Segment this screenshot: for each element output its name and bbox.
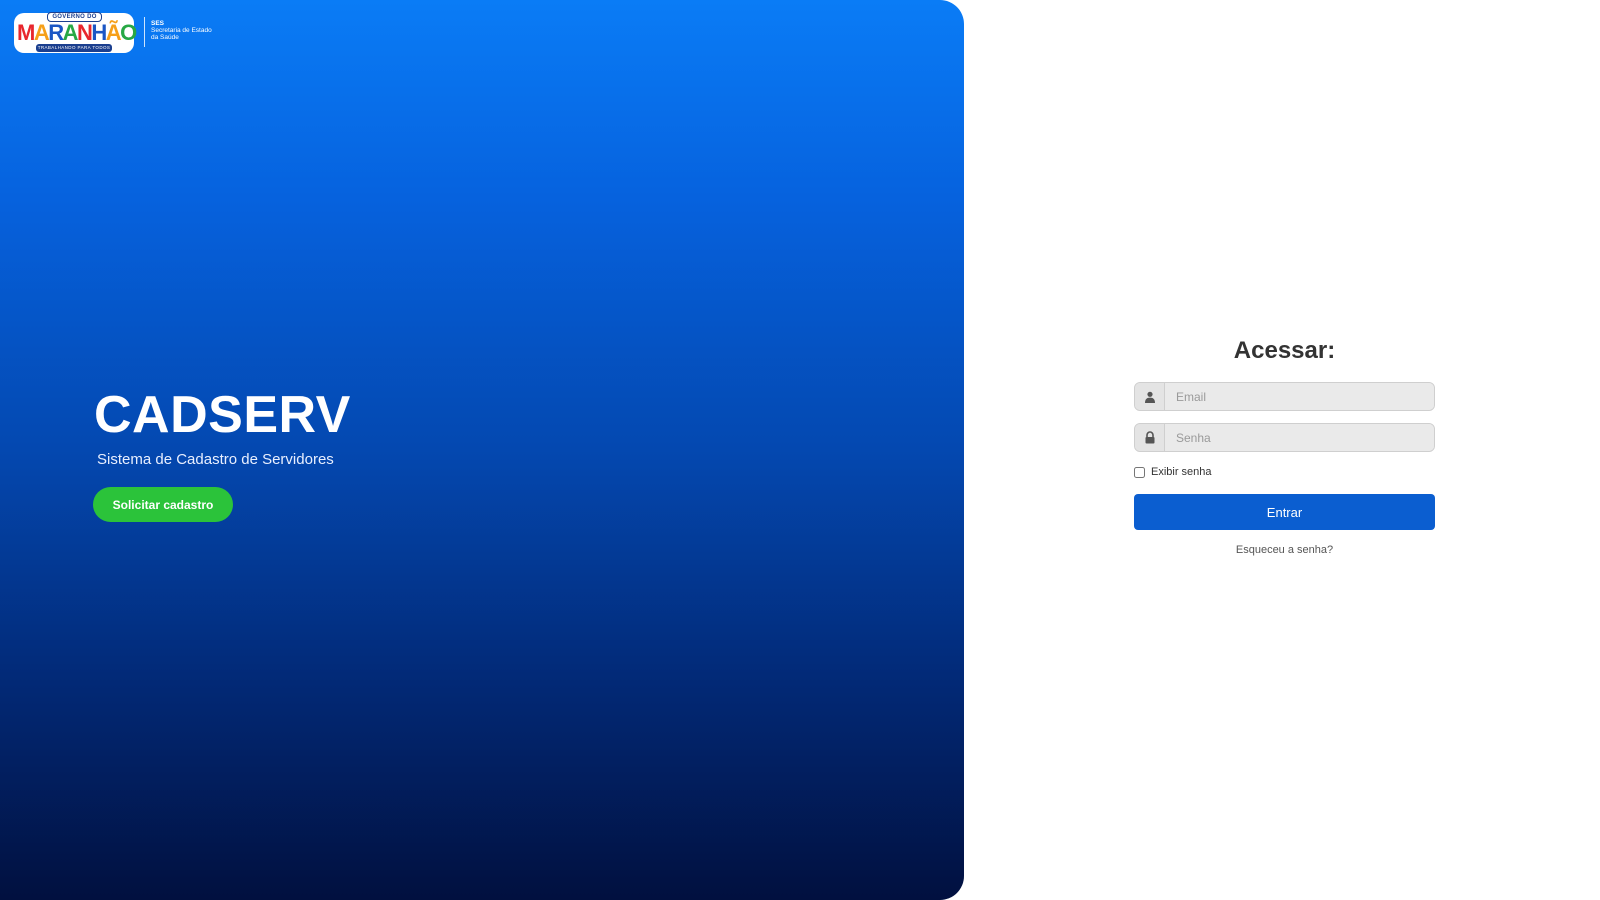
show-password-label: Exibir senha [1151, 466, 1212, 478]
password-input[interactable] [1165, 424, 1434, 451]
lock-icon [1135, 424, 1165, 451]
login-button[interactable]: Entrar [1134, 494, 1435, 530]
show-password-checkbox[interactable] [1134, 466, 1145, 478]
email-field-group [1134, 382, 1435, 411]
request-registration-button[interactable]: Solicitar cadastro [93, 487, 233, 522]
maranhao-logo-badge: GOVERNO DO MARANHÃO TRABALHANDO PARA TOD… [14, 12, 137, 53]
forgot-password-link[interactable]: Esqueceu a senha? [1134, 544, 1435, 556]
user-icon [1135, 383, 1165, 410]
agency-label: SES Secretaria de Estado da Saúde [151, 20, 213, 41]
logo-divider [144, 17, 145, 47]
agency-acronym: SES [151, 20, 165, 27]
password-field-group [1134, 423, 1435, 452]
page-title: CADSERV [94, 386, 351, 444]
government-logo: GOVERNO DO MARANHÃO TRABALHANDO PARA TOD… [14, 12, 213, 53]
hero-panel: GOVERNO DO MARANHÃO TRABALHANDO PARA TOD… [0, 0, 964, 900]
login-title: Acessar: [1233, 337, 1336, 364]
logo-bottom-text: TRABALHANDO PARA TODOS [36, 44, 112, 52]
login-form: Acessar: Exibir senha Entrar Esqueceu a … [1134, 333, 1435, 556]
logo-main-text: MARANHÃO [17, 20, 137, 45]
page-subtitle: Sistema de Cadastro de Servidores [97, 451, 334, 468]
agency-name: Secretaria de Estado da Saúde [151, 27, 212, 41]
show-password-option[interactable]: Exibir senha [1134, 466, 1435, 478]
email-input[interactable] [1165, 383, 1434, 410]
brand-block: CADSERV Sistema de Cadastro de Servidore… [94, 385, 351, 468]
